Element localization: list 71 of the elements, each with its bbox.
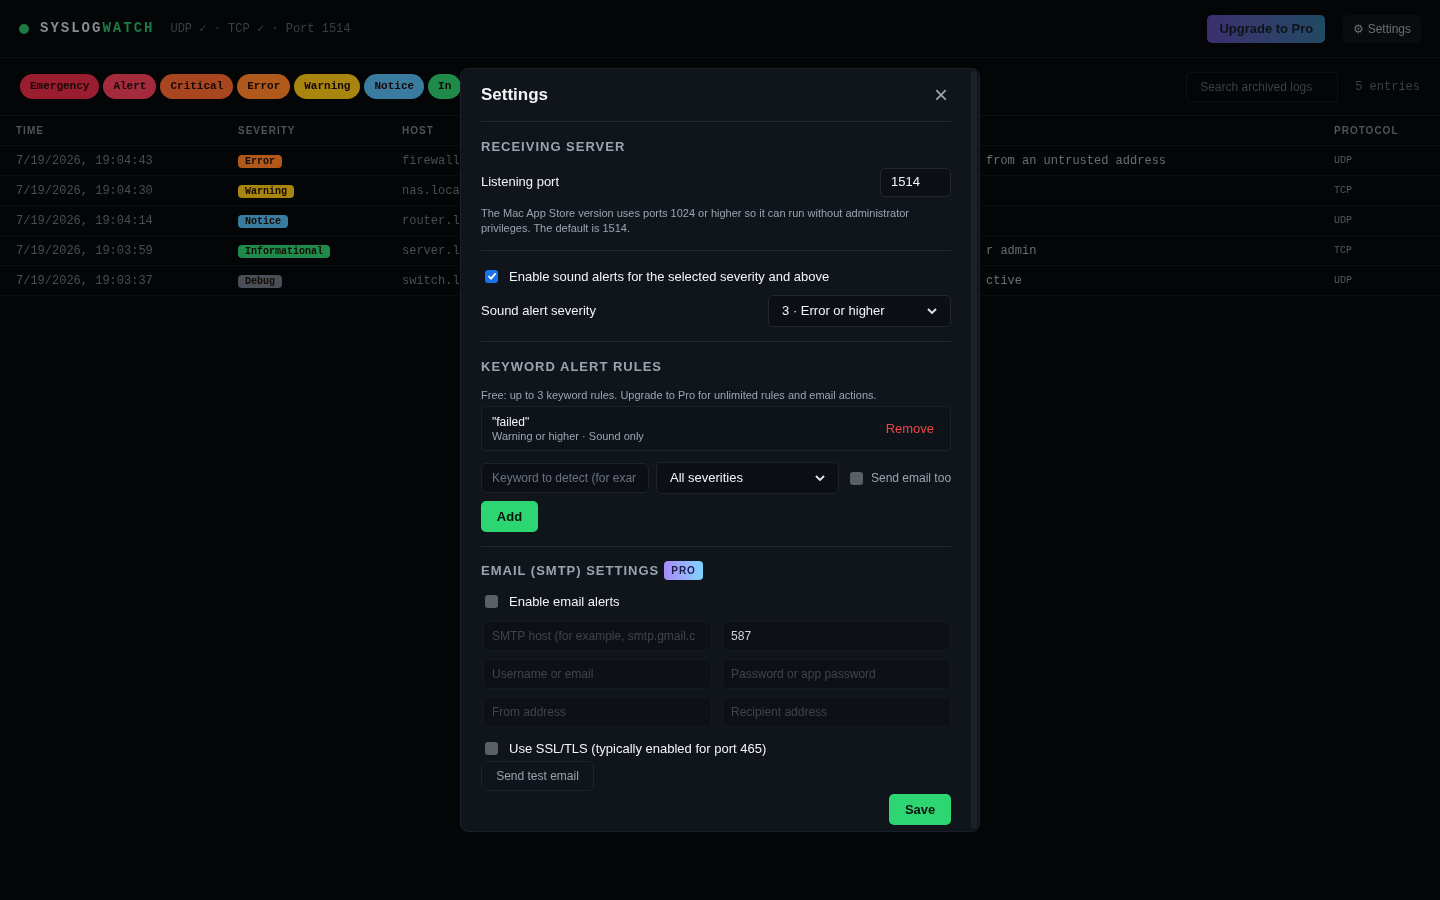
severity-badge: Debug	[238, 274, 282, 288]
host-cell: firewall	[402, 153, 460, 168]
field-label: Listening port	[481, 173, 560, 192]
rule-keyword: "failed"	[492, 414, 531, 429]
checkbox-label: Enable sound alerts for the selected severity and above	[509, 267, 830, 286]
pro-badge: PRO	[664, 561, 703, 581]
message-cell: ctive	[986, 273, 1022, 288]
checkbox-label: Send email too	[871, 470, 952, 487]
time-cell-text: 7/19/2026, 19:04:43	[16, 152, 154, 170]
severity-filter-chip[interactable]: Error	[237, 74, 291, 99]
column-header: PROTOCOL	[1334, 124, 1400, 138]
message-cell: from an untrusted address	[986, 153, 1167, 168]
severity-badge: Error	[238, 154, 282, 168]
send-test-email-button[interactable]: Send test email	[481, 760, 594, 791]
time-cell-text: 7/19/2026, 19:03:59	[16, 242, 154, 260]
protocol-cell-text: UDP	[1334, 154, 1353, 168]
severity-badge: Warning	[238, 184, 294, 198]
protocol-cell-text: TCP	[1334, 244, 1353, 258]
brand-name: WATCH	[102, 19, 155, 38]
port-field[interactable]: 1514	[880, 167, 952, 197]
severity-select[interactable]: All severities	[656, 462, 839, 494]
host-cell: router.l	[402, 213, 460, 228]
caret-icon	[927, 307, 938, 315]
settings-button[interactable]: ⚙ Settings	[1343, 14, 1421, 43]
help-text: The Mac App Store version uses ports 1024 or higher so it can run without administrator privileges. The default is 1514.	[481, 205, 910, 236]
time-cell-text: 7/19/2026, 19:04:14	[16, 212, 154, 230]
caret-icon	[815, 474, 825, 482]
severity-filter-chip[interactable]: Critical	[160, 74, 234, 99]
column-header: SEVERITY	[238, 124, 297, 138]
dialog-title: Settings	[481, 84, 549, 107]
severity-select[interactable]: 3 · Error or higher	[768, 295, 952, 327]
severity-filter-chip[interactable]: Warning	[294, 74, 361, 99]
rule-detail: Warning or higher · Sound only	[492, 428, 644, 443]
severity-filter-chip[interactable]: Notice	[364, 74, 425, 99]
severity-badge: Informational	[238, 244, 330, 258]
host-cell: nas.loca	[402, 183, 460, 198]
section-heading: EMAIL (SMTP) SETTINGS	[481, 562, 660, 580]
field-label: Sound alert severity	[481, 302, 596, 321]
protocol-cell-text: UDP	[1334, 214, 1353, 228]
checkbox[interactable]	[850, 471, 863, 485]
close-button[interactable]: ×	[931, 83, 952, 107]
severity-filter-chip[interactable]: Alert	[103, 74, 157, 99]
time-cell-text: 7/19/2026, 19:03:37	[16, 272, 154, 290]
column-header: HOST	[402, 124, 435, 138]
host-cell: switch.l	[402, 273, 460, 288]
add-button[interactable]: Add	[481, 501, 538, 532]
host-cell: server.l	[402, 243, 460, 258]
checkbox[interactable]	[485, 594, 498, 608]
protocol-cell-text: UDP	[1334, 274, 1353, 288]
checkbox-label: Use SSL/TLS (typically enabled for port 465)	[509, 740, 767, 758]
severity-filter-chip[interactable]: In	[428, 74, 462, 99]
severity-badge: Notice	[238, 214, 288, 228]
smtp-field[interactable]: 587	[722, 621, 952, 651]
time-cell-text: 7/19/2026, 19:04:30	[16, 182, 154, 200]
checkbox-label: Enable email alerts	[509, 592, 620, 611]
message-cell: r admin	[986, 243, 1037, 258]
checkbox[interactable]	[485, 269, 498, 283]
column-header: TIME	[16, 124, 45, 138]
protocol-cell-text: TCP	[1334, 184, 1353, 198]
save-button[interactable]: Save	[889, 794, 952, 825]
entry-count: 5 entries	[1355, 78, 1420, 96]
remove-button[interactable]: Remove	[885, 418, 935, 439]
connection-status: UDP ✓ · TCP ✓ · Port 1514	[170, 20, 351, 38]
section-heading: RECEIVING SERVER	[481, 138, 627, 156]
help-text: Free: up to 3 keyword rules. Upgrade to Pro for unlimited rules and email actions.	[481, 387, 878, 403]
keyword-field[interactable]: Keyword to detect (for exar	[481, 463, 649, 493]
severity-filter-chip[interactable]: Emergency	[20, 74, 100, 99]
scrollbar[interactable]	[971, 71, 977, 829]
section-heading: KEYWORD ALERT RULES	[481, 358, 664, 376]
checkbox[interactable]	[485, 742, 498, 756]
brand-name: SYSLOG	[40, 19, 103, 38]
